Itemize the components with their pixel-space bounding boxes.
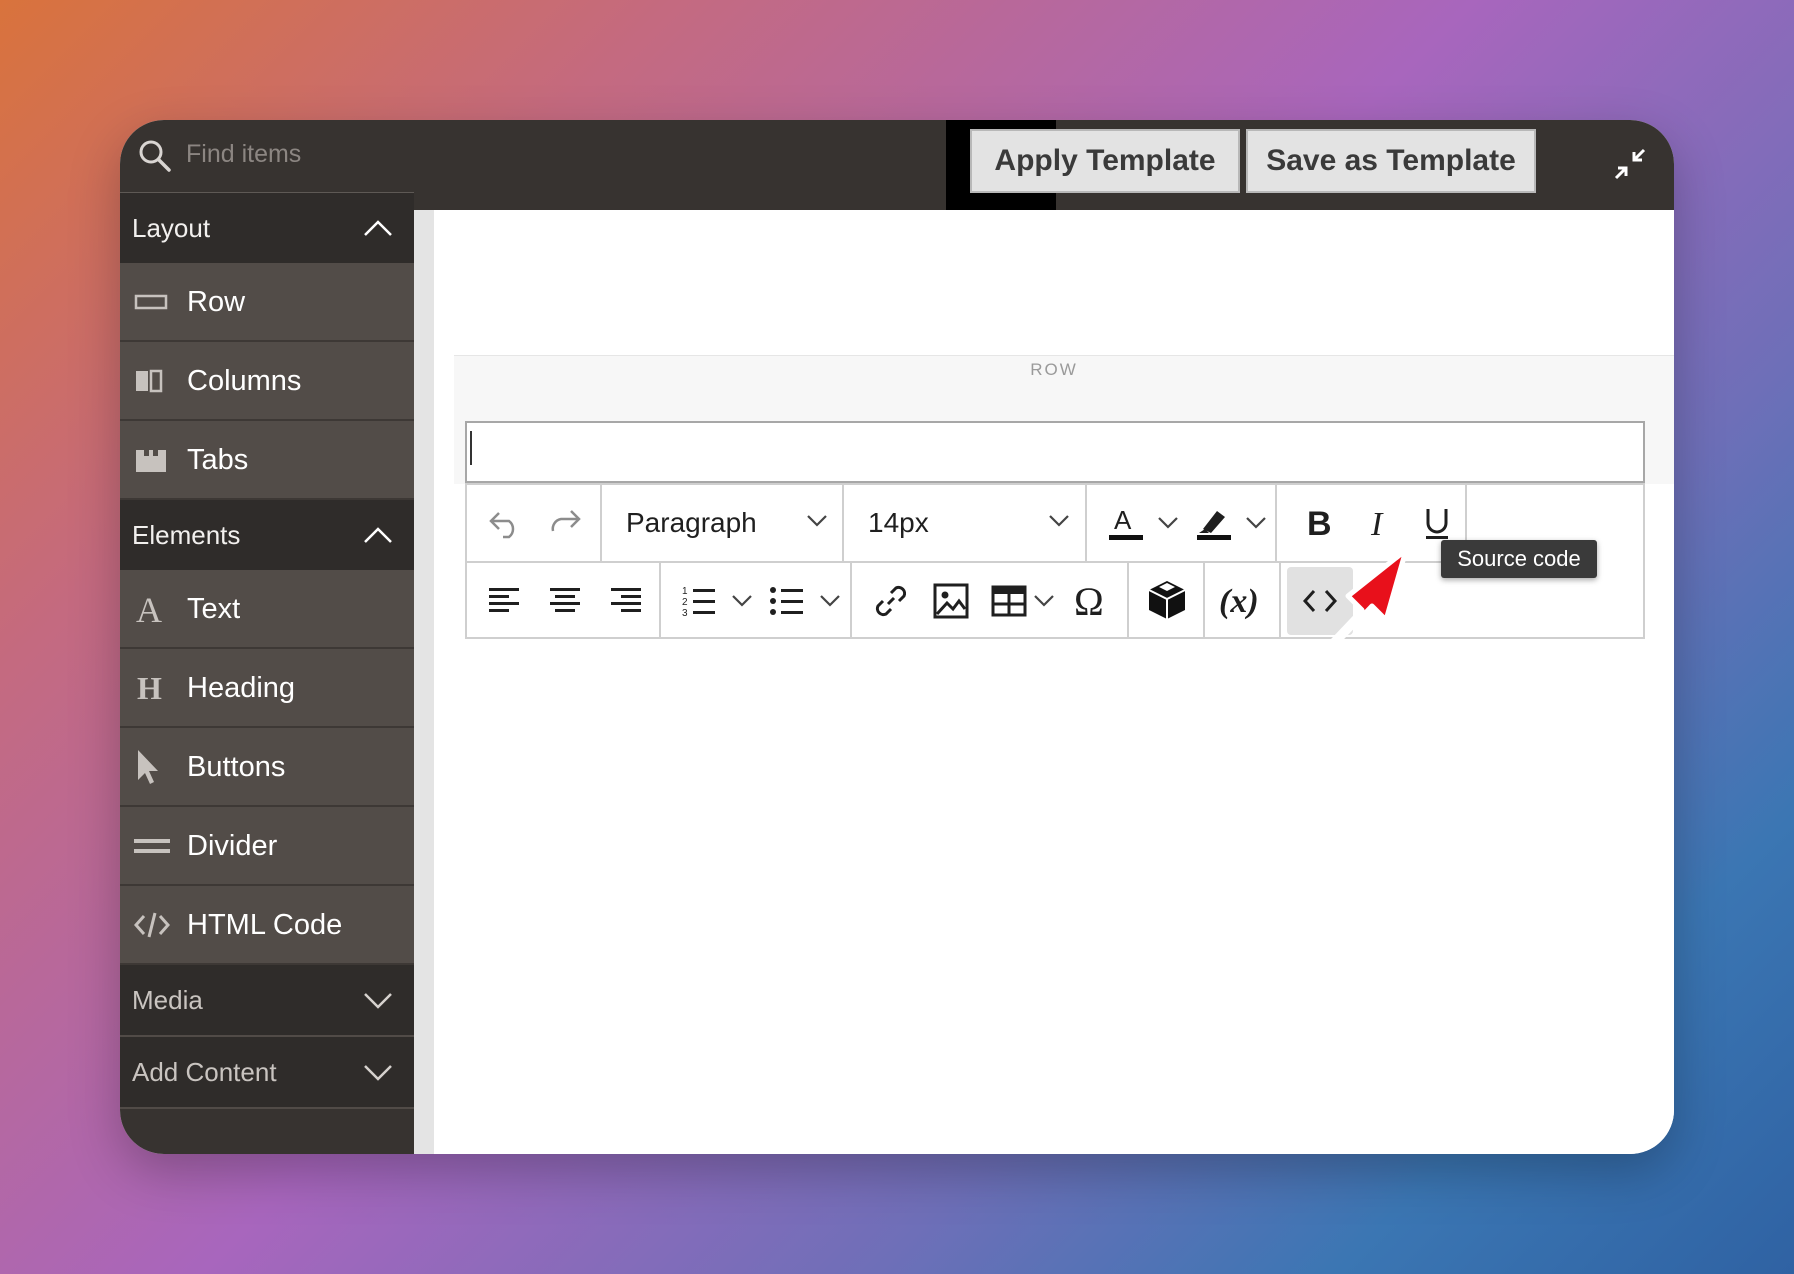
sidebar-item-text[interactable]: A Text [120, 570, 414, 649]
numbered-list-icon[interactable]: 123 [681, 583, 717, 619]
sidebar-item-tabs[interactable]: Tabs [120, 421, 414, 500]
svg-text:Ω: Ω [1074, 581, 1104, 621]
section-divider [120, 1107, 414, 1109]
columns-icon [136, 369, 163, 393]
search-input[interactable]: Find items [186, 136, 301, 172]
sidebar-item-label: Buttons [187, 751, 286, 783]
sidebar-item-label: Row [187, 286, 246, 318]
underline-icon[interactable] [1419, 503, 1455, 543]
tabs-icon [136, 450, 166, 472]
section-media-label: Media [132, 985, 203, 1015]
align-left-icon[interactable] [487, 583, 523, 619]
cursor-icon [138, 750, 158, 784]
sidebar: Layout Row Columns Tabs Elements A Text … [120, 193, 414, 1154]
undo-icon[interactable] [487, 505, 523, 541]
block-format-select[interactable]: Paragraph [602, 485, 842, 561]
save-template-button[interactable]: Save as Template [1246, 129, 1536, 193]
section-media-header[interactable]: Media [120, 965, 414, 1035]
sidebar-item-html-code[interactable]: HTML Code [120, 886, 414, 965]
sidebar-item-divider[interactable]: Divider [120, 807, 414, 886]
align-right-icon[interactable] [607, 583, 643, 619]
section-add-content-label: Add Content [132, 1057, 277, 1087]
red-arrow-annotation [1211, 547, 1409, 769]
chevron-down-icon[interactable] [731, 593, 753, 609]
text-icon: A [136, 590, 162, 628]
svg-text:I: I [1370, 506, 1384, 543]
svg-text:3: 3 [682, 608, 688, 619]
sidebar-item-buttons[interactable]: Buttons [120, 728, 414, 807]
italic-icon[interactable]: I [1361, 503, 1397, 543]
svg-text:A: A [136, 590, 162, 628]
collapse-icon[interactable] [1612, 146, 1648, 182]
search-icon [139, 140, 171, 172]
chevron-down-icon[interactable] [819, 593, 841, 609]
font-size-select[interactable]: 14px [844, 485, 1084, 561]
section-layout-header[interactable]: Layout [120, 193, 414, 263]
sidebar-item-heading[interactable]: H Heading [120, 649, 414, 728]
stage: ROW Paragraph 14px A B I 1 2 3 Ω (x) [434, 210, 1674, 1154]
apply-template-button[interactable]: Apply Template [970, 129, 1240, 193]
search-box[interactable]: Find items [120, 120, 414, 192]
sidebar-item-label: Heading [187, 672, 296, 704]
chevron-down-icon [364, 993, 392, 1009]
align-center-icon[interactable] [547, 583, 583, 619]
special-character-icon[interactable]: Ω [1071, 581, 1111, 621]
row-label: ROW [1030, 360, 1078, 379]
text-editor-area[interactable] [465, 421, 1645, 483]
row-icon [134, 294, 168, 310]
chevron-down-icon [364, 1065, 392, 1081]
text-color-icon[interactable]: A [1107, 503, 1145, 543]
svg-text:1: 1 [682, 586, 688, 597]
sidebar-item-label: Text [187, 593, 241, 625]
bullet-list-icon[interactable] [769, 583, 805, 619]
svg-text:H: H [137, 670, 162, 706]
chevron-down-icon[interactable] [1033, 593, 1055, 609]
bold-icon[interactable]: B [1301, 503, 1337, 543]
page-builder-window: Find items Apply Template Save as Templa… [120, 120, 1674, 1154]
divider-icon [134, 839, 170, 853]
table-icon[interactable] [989, 581, 1029, 621]
chevron-down-icon[interactable] [1157, 515, 1179, 531]
chevron-down-icon [1049, 515, 1069, 527]
toolbar-separator [1085, 485, 1087, 561]
stage-gutter [414, 210, 434, 1154]
section-add-content-header[interactable]: Add Content [120, 1037, 414, 1107]
toolbar-separator [850, 563, 852, 639]
toolbar-separator [1127, 563, 1129, 639]
redo-icon[interactable] [547, 505, 583, 541]
chevron-down-icon[interactable] [1245, 515, 1267, 531]
link-icon[interactable] [871, 581, 911, 621]
widget-icon[interactable] [1145, 577, 1189, 623]
sidebar-item-label: HTML Code [187, 909, 343, 941]
heading-icon: H [137, 670, 162, 706]
block-format-value: Paragraph [626, 507, 757, 538]
text-cursor [470, 431, 472, 465]
section-elements-label: Elements [132, 520, 241, 550]
section-elements-header[interactable]: Elements [120, 500, 414, 570]
image-icon[interactable] [931, 581, 971, 621]
sidebar-item-row[interactable]: Row [120, 263, 414, 342]
source-code-tooltip: Source code [1441, 540, 1597, 578]
font-size-value: 14px [868, 507, 929, 538]
chevron-down-icon [807, 515, 827, 527]
svg-text:2: 2 [682, 597, 688, 608]
code-icon [134, 912, 170, 938]
sidebar-item-label: Divider [187, 830, 278, 862]
toolbar-separator [659, 563, 661, 639]
sidebar-item-label: Columns [187, 365, 302, 397]
chevron-up-icon [364, 527, 392, 543]
sidebar-item-label: Tabs [187, 444, 249, 476]
section-layout-label: Layout [132, 213, 211, 243]
chevron-up-icon [364, 220, 392, 236]
svg-text:B: B [1307, 505, 1332, 543]
svg-text:A: A [1114, 505, 1132, 535]
highlight-color-icon[interactable] [1195, 503, 1233, 543]
sidebar-item-columns[interactable]: Columns [120, 342, 414, 421]
